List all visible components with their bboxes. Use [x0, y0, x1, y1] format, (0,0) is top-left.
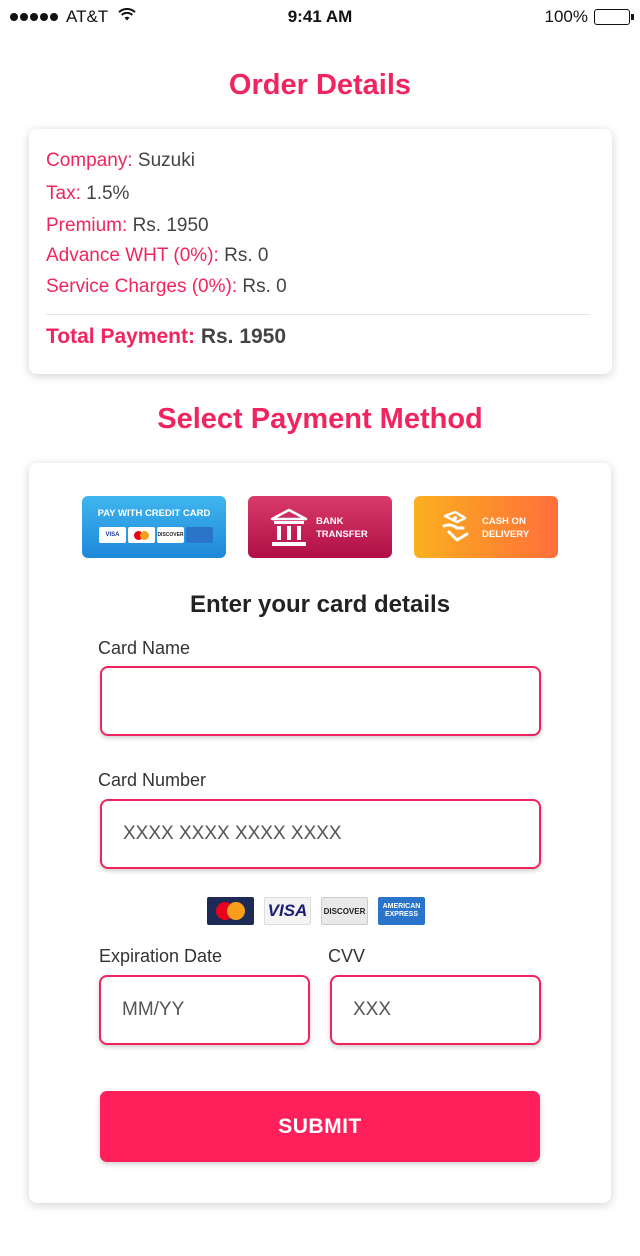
order-row-label: Service Charges (0%):: [46, 276, 238, 297]
order-row-advance-wht: Advance WHT (0%): Rs. 0: [46, 245, 268, 267]
mastercard-mini-icon: [128, 527, 155, 543]
order-row-label: Tax:: [46, 183, 81, 204]
card-details-heading: Enter your card details: [189, 591, 451, 618]
order-row-value: Suzuki: [137, 150, 195, 171]
order-row-label: Advance WHT (0%):: [46, 245, 219, 266]
order-row-service-charges: Service Charges (0%): Rs. 0: [46, 276, 287, 298]
order-row-label: Premium:: [46, 215, 128, 236]
visa-mini-icon: VISA: [99, 527, 126, 543]
order-row-label: Company:: [46, 150, 133, 171]
order-details-title: Order Details: [228, 69, 412, 101]
payment-card: PAY WITH CREDIT CARD VISA DISCOVER BANK …: [29, 463, 611, 1203]
expiration-date-label: Expiration Date: [99, 946, 223, 966]
credit-card-method-label: PAY WITH CREDIT CARD: [97, 508, 211, 519]
order-row-premium: Premium: Rs. 1950: [46, 215, 209, 237]
cash-on-delivery-label-line1: CASH ON: [482, 516, 526, 527]
expiration-date-input[interactable]: [99, 975, 310, 1045]
amex-icon: AMERICAN EXPRESS: [378, 897, 425, 925]
bank-transfer-label: BANK TRANSFER: [316, 515, 368, 541]
status-bar: AT&T 9:41 AM 100%: [0, 0, 640, 36]
total-label: Total Payment:: [46, 325, 195, 348]
order-row-value: Rs. 1950: [132, 215, 209, 236]
credit-cards-icon: VISA DISCOVER: [99, 527, 213, 543]
bank-icon: [270, 508, 308, 551]
cash-on-delivery-method-button[interactable]: CASH ON DELIVERY: [414, 496, 558, 558]
card-name-label: Card Name: [98, 638, 191, 658]
order-details-card: Company: Suzuki Tax: 1.5% Premium: Rs. 1…: [29, 129, 612, 374]
cash-delivery-icon: [441, 510, 471, 545]
battery-icon: [594, 9, 634, 25]
amex-mini-icon: [186, 527, 213, 543]
payment-method-title: Select Payment Method: [157, 403, 483, 435]
battery-percent: 100%: [544, 7, 588, 26]
bank-transfer-label-line1: BANK: [316, 516, 344, 527]
order-row-company: Company: Suzuki: [46, 150, 195, 172]
submit-button[interactable]: SUBMIT: [100, 1091, 540, 1162]
order-divider: [46, 314, 590, 315]
order-row-value: Rs. 0: [242, 276, 287, 297]
cash-on-delivery-label: CASH ON DELIVERY: [482, 515, 529, 541]
mastercard-icon: [207, 897, 254, 925]
card-brands: VISA DISCOVER AMERICAN EXPRESS: [207, 897, 425, 925]
discover-icon: DISCOVER: [321, 897, 368, 925]
order-total: Total Payment: Rs. 1950: [46, 325, 286, 349]
total-value: Rs. 1950: [200, 325, 287, 348]
status-right: 100%: [544, 7, 634, 27]
bank-transfer-method-button[interactable]: BANK TRANSFER: [248, 496, 392, 558]
visa-icon: VISA: [264, 897, 311, 925]
order-row-value: 1.5%: [86, 183, 130, 204]
cash-on-delivery-label-line2: DELIVERY: [482, 529, 530, 540]
order-row-tax: Tax: 1.5%: [46, 183, 129, 205]
card-number-input[interactable]: [100, 799, 541, 869]
cvv-input[interactable]: [330, 975, 541, 1045]
credit-card-method-button[interactable]: PAY WITH CREDIT CARD VISA DISCOVER: [82, 496, 226, 558]
discover-mini-icon: DISCOVER: [157, 527, 184, 543]
card-name-input[interactable]: [100, 666, 541, 736]
order-row-value: Rs. 0: [224, 245, 269, 266]
bank-transfer-label-line2: TRANSFER: [316, 529, 368, 540]
card-number-label: Card Number: [98, 770, 207, 790]
cvv-label: CVV: [328, 946, 366, 966]
